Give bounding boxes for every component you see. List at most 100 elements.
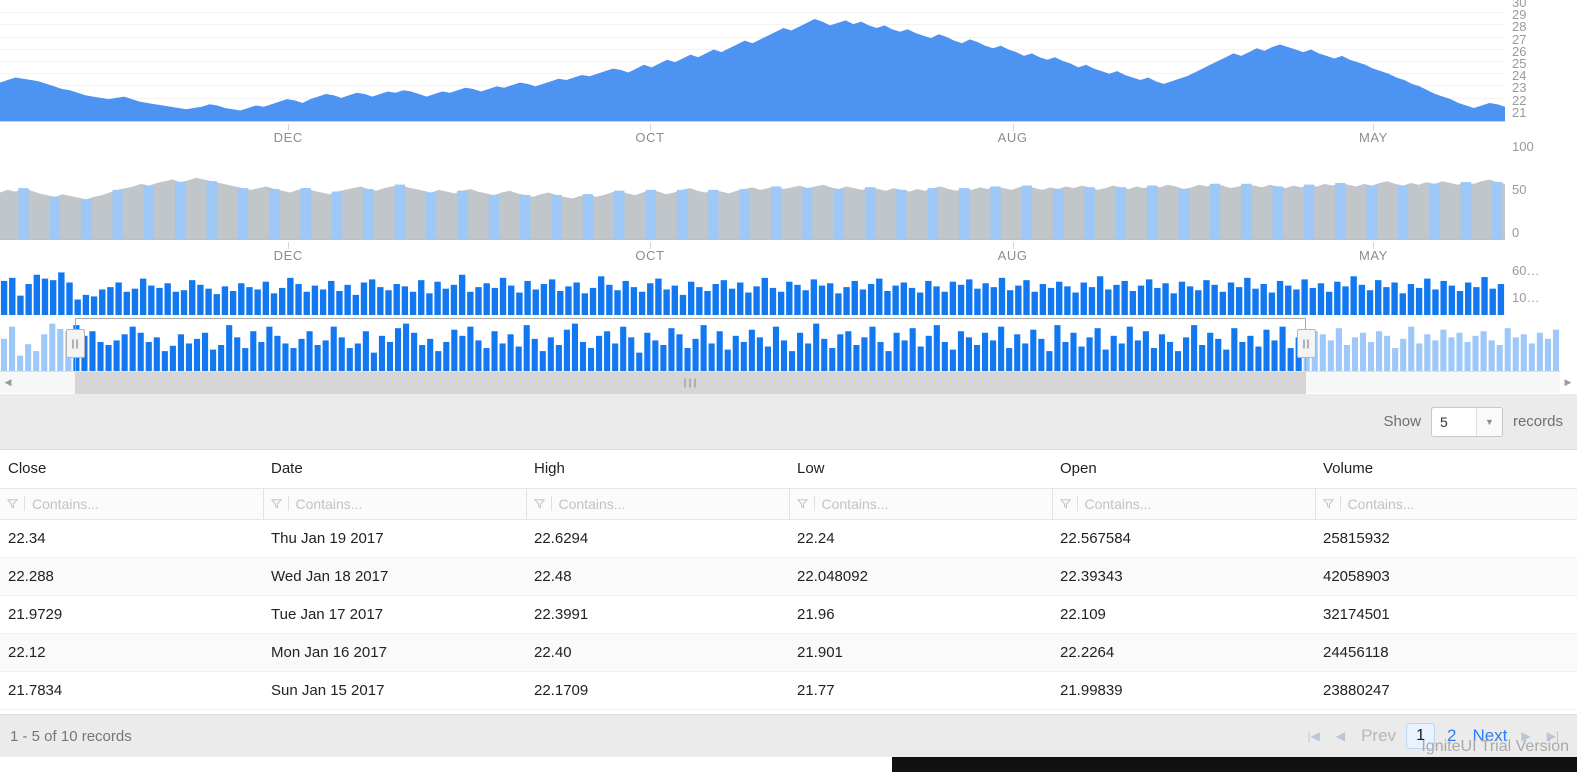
cell-date: Thu Jan 19 2017 xyxy=(263,519,526,558)
cell-high: 22.48 xyxy=(526,557,789,596)
cell-close: 22.12 xyxy=(0,633,263,672)
last-page-icon[interactable]: ▶| xyxy=(1541,729,1565,743)
volume-column-plot[interactable] xyxy=(0,267,1505,315)
scrollbar-thumb[interactable] xyxy=(74,372,1306,394)
volume-column-chart-panel: 60… 10… xyxy=(0,263,1577,319)
grid-footer: 1 - 5 of 10 records |◀ ◀ Prev 1 2 Next ▶… xyxy=(0,714,1577,757)
horizontal-scrollbar[interactable] xyxy=(0,757,892,772)
column-header-low[interactable]: Low xyxy=(789,450,1052,489)
range-area-chart-panel: 100 50 0 DEC OCT AUG MAY xyxy=(0,139,1577,267)
prev-page-icon[interactable]: ◀ xyxy=(1330,729,1351,743)
filter-funnel-icon[interactable] xyxy=(1322,498,1334,509)
cell-open: 21.99839 xyxy=(1052,671,1315,710)
cell-date: Wed Jan 18 2017 xyxy=(263,557,526,596)
page-number-1[interactable]: 1 xyxy=(1406,723,1435,749)
filter-cell-low[interactable]: Contains... xyxy=(789,488,1053,520)
x-axis-tick-label: OCT xyxy=(635,130,665,145)
y-axis-tick-label: 10… xyxy=(1512,290,1540,305)
column-header-open[interactable]: Open xyxy=(1052,450,1315,489)
cell-open: 22.109 xyxy=(1052,595,1315,634)
cell-high: 22.3991 xyxy=(526,595,789,634)
divider xyxy=(1339,496,1341,511)
column-header-date[interactable]: Date xyxy=(263,450,526,489)
cell-low: 21.77 xyxy=(789,671,1052,710)
cell-date: Tue Jan 17 2017 xyxy=(263,595,526,634)
page-number-2[interactable]: 2 xyxy=(1439,726,1464,746)
x-axis-tick-label: MAY xyxy=(1358,130,1388,145)
cell-close: 21.7834 xyxy=(0,671,263,710)
filter-placeholder: Contains... xyxy=(1347,495,1415,512)
range-x-axis: DEC OCT AUG MAY xyxy=(0,242,1505,263)
grip-icon xyxy=(72,339,78,348)
filter-placeholder: Contains... xyxy=(295,495,363,512)
table-row[interactable]: 21.7834 Sun Jan 15 2017 22.1709 21.77 21.998… xyxy=(0,671,1577,710)
x-axis-tick-label: OCT xyxy=(635,248,665,263)
cell-close: 21.9729 xyxy=(0,595,263,634)
cell-volume: 25815932 xyxy=(1315,519,1577,558)
prev-page-button[interactable]: Prev xyxy=(1355,726,1402,746)
cell-date: Mon Jan 16 2017 xyxy=(263,633,526,672)
filter-funnel-icon[interactable] xyxy=(7,498,18,509)
table-row[interactable]: 21.9729 Tue Jan 17 2017 22.3991 21.96 22.109… xyxy=(0,595,1577,634)
cell-high: 22.1709 xyxy=(526,671,789,710)
divider xyxy=(287,496,289,511)
grid-toolbar: Show 5 ▼ records xyxy=(0,394,1577,450)
y-axis-tick-label: 0 xyxy=(1512,225,1520,240)
cell-volume: 23880247 xyxy=(1315,671,1577,710)
column-header-close[interactable]: Close xyxy=(0,450,263,489)
next-page-icon[interactable]: ▶ xyxy=(1515,729,1536,743)
navigator-right-handle[interactable] xyxy=(1296,329,1316,358)
page-size-select[interactable]: 5 ▼ xyxy=(1430,406,1503,437)
scroll-left-arrow-icon[interactable]: ◀ xyxy=(0,371,16,393)
cell-low: 21.901 xyxy=(789,633,1052,672)
pagination-controls[interactable]: |◀ ◀ Prev 1 2 Next ▶ ▶| xyxy=(1302,723,1577,749)
cell-low: 22.24 xyxy=(789,519,1052,558)
filter-placeholder: Contains... xyxy=(1084,495,1152,512)
range-area-plot[interactable] xyxy=(0,145,1505,240)
axis-baseline xyxy=(0,121,1505,122)
x-axis-tick-label: AUG xyxy=(997,130,1028,145)
scroll-right-arrow-icon[interactable]: ▶ xyxy=(1560,371,1576,393)
y-axis-tick-label: 60… xyxy=(1512,263,1540,278)
navigator-scrollbar[interactable] xyxy=(0,371,1560,394)
filter-funnel-icon[interactable] xyxy=(1059,498,1071,509)
show-label: Show xyxy=(1383,413,1421,430)
next-page-button[interactable]: Next xyxy=(1468,726,1511,746)
column-filter-row[interactable]: Contains... Contains... Contains... Contain… xyxy=(0,488,1577,520)
grip-icon xyxy=(1303,339,1309,348)
filter-funnel-icon[interactable] xyxy=(796,498,808,509)
filter-cell-close[interactable]: Contains... xyxy=(0,488,264,520)
chart-navigator[interactable]: ◀ ▶ xyxy=(0,318,1577,394)
page-size-value: 5 xyxy=(1439,413,1448,430)
price-area-chart-panel: 30 29 28 27 26 25 24 23 22 21 DEC OCT AUG MAY xyxy=(0,0,1577,145)
filter-placeholder: Contains... xyxy=(821,495,889,512)
table-header: Close Date High Low Open Volume Contains... Co… xyxy=(0,450,1577,520)
cell-open: 22.39343 xyxy=(1052,557,1315,596)
column-header-volume[interactable]: Volume xyxy=(1315,450,1577,489)
navigator-left-handle[interactable] xyxy=(65,329,85,358)
chevron-down-icon[interactable]: ▼ xyxy=(1475,407,1502,436)
cell-close: 22.288 xyxy=(0,557,263,596)
cell-low: 22.048092 xyxy=(789,557,1052,596)
cell-volume: 42058903 xyxy=(1315,557,1577,596)
first-page-icon[interactable]: |◀ xyxy=(1302,729,1326,743)
filter-funnel-icon[interactable] xyxy=(533,498,545,509)
filter-funnel-icon[interactable] xyxy=(270,498,282,509)
record-count-label: 1 - 5 of 10 records xyxy=(10,727,132,745)
filter-placeholder: Contains... xyxy=(32,495,99,512)
filter-cell-volume[interactable]: Contains... xyxy=(1315,488,1577,520)
navigator-plot[interactable] xyxy=(0,319,1560,371)
price-area-plot[interactable] xyxy=(0,0,1505,122)
table-row[interactable]: 22.12 Mon Jan 16 2017 22.40 21.901 22.2264 24… xyxy=(0,633,1577,672)
cell-high: 22.40 xyxy=(526,633,789,672)
price-x-axis: DEC OCT AUG MAY xyxy=(0,124,1505,145)
table-row[interactable]: 22.288 Wed Jan 18 2017 22.48 22.048092 22.39… xyxy=(0,557,1577,596)
column-header-high[interactable]: High xyxy=(526,450,789,489)
filter-cell-date[interactable]: Contains... xyxy=(263,488,527,520)
x-axis-tick-label: DEC xyxy=(273,130,303,145)
filter-cell-open[interactable]: Contains... xyxy=(1052,488,1316,520)
cell-open: 22.567584 xyxy=(1052,519,1315,558)
filter-cell-high[interactable]: Contains... xyxy=(526,488,790,520)
table-body: 22.34 Thu Jan 19 2017 22.6294 22.24 22.56758… xyxy=(0,519,1577,710)
table-row[interactable]: 22.34 Thu Jan 19 2017 22.6294 22.24 22.56758… xyxy=(0,519,1577,558)
